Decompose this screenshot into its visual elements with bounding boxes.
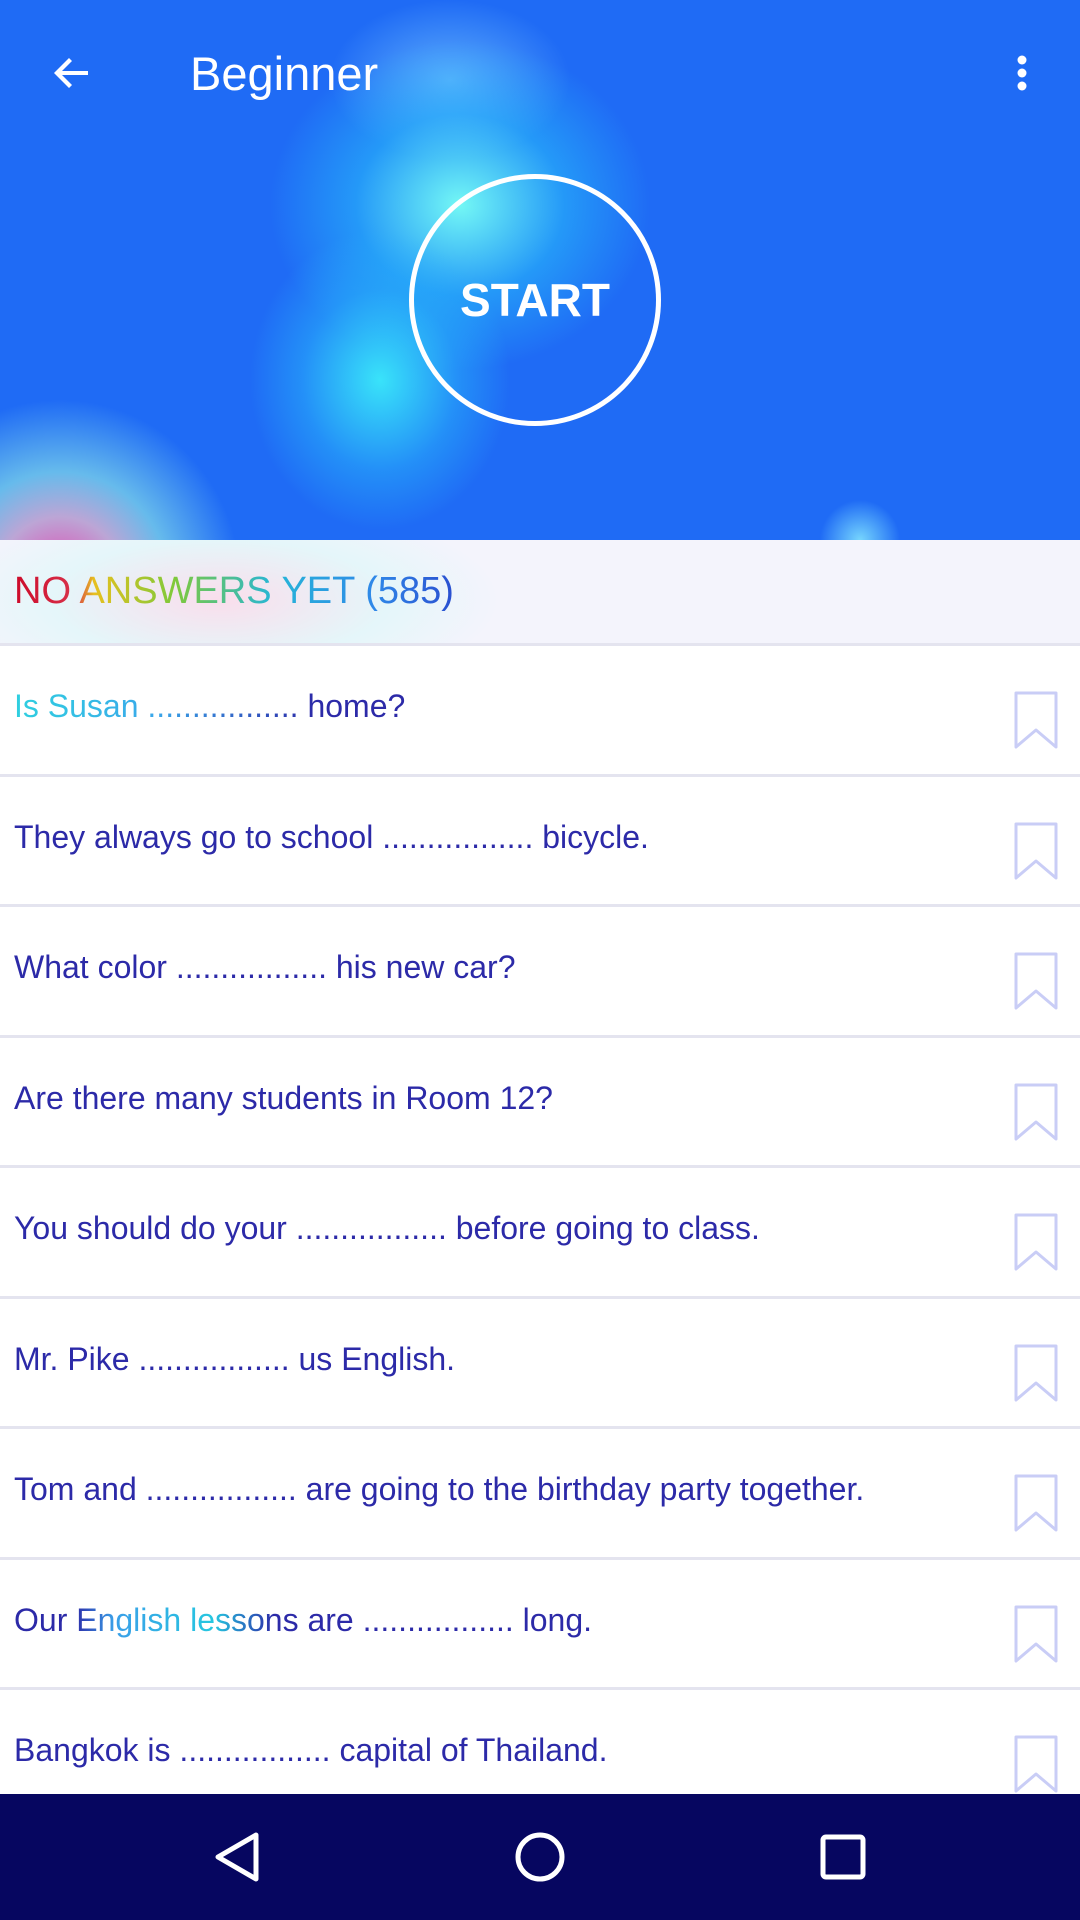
- bookmark-outline-icon: [1014, 1213, 1058, 1271]
- more-vert-icon: [1017, 55, 1027, 91]
- list-item[interactable]: Are there many students in Room 12?: [0, 1038, 1080, 1168]
- bookmark-button[interactable]: [1012, 1602, 1060, 1666]
- more-options-button[interactable]: [974, 25, 1070, 121]
- nav-home-button[interactable]: [495, 1812, 585, 1902]
- bookmark-button[interactable]: [1012, 1210, 1060, 1274]
- list-item[interactable]: Tom and ................. are going to t…: [0, 1429, 1080, 1560]
- arrow-left-icon: [54, 58, 88, 88]
- bookmark-outline-icon: [1014, 1735, 1058, 1793]
- bookmark-outline-icon: [1014, 1344, 1058, 1401]
- bookmark-outline-icon: [1014, 1083, 1058, 1140]
- question-text: Our English lessons are ................…: [14, 1601, 593, 1638]
- header-glow: [0, 400, 240, 540]
- system-nav-bar: [0, 1794, 1080, 1920]
- question-text: Bangkok is ................. capital of …: [14, 1732, 608, 1768]
- header-banner: Beginner START: [0, 0, 1080, 540]
- bookmark-button[interactable]: [1012, 1341, 1060, 1405]
- bookmark-button[interactable]: [1012, 819, 1060, 883]
- header-glow: [820, 500, 900, 540]
- question-text: What color ................. his new car…: [14, 949, 516, 985]
- nav-recents-square-icon: [820, 1834, 866, 1880]
- question-text: You should do your ................. bef…: [14, 1210, 760, 1246]
- list-item[interactable]: They always go to school ...............…: [0, 777, 1080, 907]
- list-item[interactable]: What color ................. his new car…: [0, 907, 1080, 1038]
- back-button[interactable]: [24, 25, 120, 121]
- section-header: NO ANSWERS YET (585): [0, 540, 1080, 646]
- bookmark-button[interactable]: [1012, 1080, 1060, 1144]
- question-list: Is Susan ................. home? They al…: [0, 646, 1080, 1821]
- bookmark-button[interactable]: [1012, 1471, 1060, 1535]
- section-title: NO ANSWERS YET (585): [14, 566, 454, 616]
- bookmark-outline-icon: [1014, 691, 1058, 749]
- start-button[interactable]: START: [409, 174, 661, 426]
- bookmark-button[interactable]: [1012, 949, 1060, 1013]
- nav-recents-button[interactable]: [798, 1812, 888, 1902]
- bookmark-button[interactable]: [1012, 1732, 1060, 1796]
- nav-back-triangle-icon: [215, 1832, 259, 1882]
- question-text: Are there many students in Room 12?: [14, 1079, 553, 1116]
- bookmark-outline-icon: [1014, 1605, 1058, 1662]
- question-text: They always go to school ...............…: [14, 818, 649, 855]
- question-text: Tom and ................. are going to t…: [14, 1471, 865, 1507]
- nav-home-circle-icon: [515, 1832, 565, 1882]
- list-item[interactable]: You should do your ................. bef…: [0, 1168, 1080, 1299]
- bookmark-outline-icon: [1014, 1474, 1058, 1532]
- bookmark-button[interactable]: [1012, 688, 1060, 752]
- list-item[interactable]: Is Susan ................. home?: [0, 646, 1080, 777]
- list-item[interactable]: Our English lessons are ................…: [0, 1560, 1080, 1690]
- question-text: Is Susan ................. home?: [14, 688, 406, 724]
- bookmark-outline-icon: [1014, 952, 1058, 1010]
- page-title: Beginner: [190, 47, 379, 100]
- list-item[interactable]: Mr. Pike ................. us English.: [0, 1299, 1080, 1429]
- start-label: START: [460, 274, 610, 326]
- bookmark-outline-icon: [1014, 822, 1058, 879]
- question-text: Mr. Pike ................. us English.: [14, 1340, 456, 1377]
- nav-back-button[interactable]: [193, 1812, 283, 1902]
